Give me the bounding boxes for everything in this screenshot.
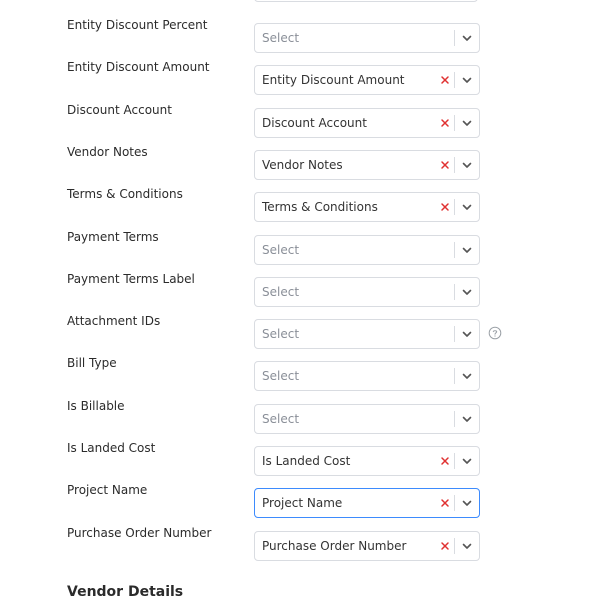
chevron-down-icon[interactable]: [461, 244, 473, 256]
field-row-payment-terms-label: Payment Terms Label Select: [0, 271, 613, 307]
field-row-vendor-notes: Vendor Notes Vendor Notes: [0, 144, 613, 180]
close-icon[interactable]: [440, 541, 450, 551]
chevron-down-icon[interactable]: [461, 370, 473, 382]
field-label: Vendor Notes: [67, 145, 148, 159]
chevron-down-icon[interactable]: [461, 455, 473, 467]
select-vendor-notes[interactable]: Vendor Notes: [254, 150, 480, 180]
select-separator: [454, 495, 455, 511]
select-payment-terms-label[interactable]: Select: [254, 277, 480, 307]
select-separator: [454, 411, 455, 427]
field-label: Project Name: [67, 483, 148, 497]
field-label: Entity Discount Amount: [67, 60, 210, 74]
field-label: Payment Terms Label: [67, 272, 195, 286]
select-placeholder: Select: [262, 243, 300, 257]
field-label: Bill Type: [67, 356, 117, 370]
select-is-landed-cost[interactable]: Is Landed Cost: [254, 446, 480, 476]
chevron-down-icon[interactable]: [461, 413, 473, 425]
select-payment-terms[interactable]: Select: [254, 235, 480, 265]
select-purchase-order-number[interactable]: Purchase Order Number: [254, 531, 480, 561]
close-icon[interactable]: [440, 456, 450, 466]
field-row-is-landed-cost: Is Landed Cost Is Landed Cost: [0, 440, 613, 476]
select-value: Entity Discount Amount: [262, 73, 405, 87]
select-value: Terms & Conditions: [262, 200, 378, 214]
select-separator: [454, 30, 455, 46]
select-entity-discount-percent[interactable]: Select: [254, 23, 480, 53]
select-value: Is Landed Cost: [262, 454, 351, 468]
close-icon[interactable]: [440, 160, 450, 170]
select-value: Discount Account: [262, 116, 367, 130]
chevron-down-icon[interactable]: [461, 328, 473, 340]
close-icon[interactable]: [440, 118, 450, 128]
close-icon[interactable]: [440, 75, 450, 85]
select-attachment-ids[interactable]: Select: [254, 319, 480, 349]
select-separator: [454, 326, 455, 342]
chevron-down-icon[interactable]: [461, 201, 473, 213]
select-value: Project Name: [262, 496, 343, 510]
select-placeholder: Select: [262, 369, 300, 383]
chevron-down-icon[interactable]: [461, 159, 473, 171]
field-row-bill-type: Bill Type Select: [0, 355, 613, 391]
field-row-terms-conditions: Terms & Conditions Terms & Conditions: [0, 186, 613, 222]
close-icon[interactable]: [440, 202, 450, 212]
select-placeholder: Select: [262, 327, 300, 341]
close-icon[interactable]: [440, 498, 450, 508]
select-separator: [454, 453, 455, 469]
field-label: Discount Account: [67, 103, 172, 117]
section-heading: Vendor Details: [67, 584, 184, 600]
field-label: Terms & Conditions: [67, 187, 183, 201]
select-bill-type[interactable]: Select: [254, 361, 480, 391]
select-separator: [454, 72, 455, 88]
field-row-is-billable: Is Billable Select: [0, 398, 613, 434]
field-row-entity-discount-amount: Entity Discount Amount Entity Discount Am…: [0, 59, 613, 95]
select-separator: [454, 368, 455, 384]
select-separator: [454, 538, 455, 554]
field-label: Payment Terms: [67, 230, 159, 244]
chevron-down-icon[interactable]: [461, 74, 473, 86]
field-label: Purchase Order Number: [67, 526, 212, 540]
chevron-down-icon[interactable]: [461, 497, 473, 509]
field-label: Is Landed Cost: [67, 441, 156, 455]
select-terms-conditions[interactable]: Terms & Conditions: [254, 192, 480, 222]
select-separator: [454, 284, 455, 300]
question-circle-icon[interactable]: [488, 326, 502, 340]
select-value: Purchase Order Number: [262, 539, 407, 553]
select-entity-discount-amount[interactable]: Entity Discount Amount: [254, 65, 480, 95]
chevron-down-icon[interactable]: [461, 286, 473, 298]
field-row-payment-terms: Payment Terms Select: [0, 229, 613, 265]
field-row-discount-account: Discount Account Discount Account: [0, 102, 613, 138]
select-box-partial[interactable]: [254, 0, 478, 2]
field-row-project-name: Project Name Project Name: [0, 482, 613, 518]
select-project-name[interactable]: Project Name: [254, 488, 480, 518]
select-placeholder: Select: [262, 31, 300, 45]
chevron-down-icon[interactable]: [461, 32, 473, 44]
select-placeholder: Select: [262, 412, 300, 426]
field-row-entity-discount-percent: Entity Discount Percent Select: [0, 17, 613, 53]
field-label: Attachment IDs: [67, 314, 161, 328]
select-separator: [454, 115, 455, 131]
select-separator: [454, 199, 455, 215]
select-is-billable[interactable]: Select: [254, 404, 480, 434]
field-label: Entity Discount Percent: [67, 18, 208, 32]
chevron-down-icon[interactable]: [461, 117, 473, 129]
select-separator: [454, 242, 455, 258]
select-separator: [454, 157, 455, 173]
select-discount-account[interactable]: Discount Account: [254, 108, 480, 138]
select-value: Vendor Notes: [262, 158, 343, 172]
chevron-down-icon[interactable]: [461, 540, 473, 552]
field-row-purchase-order-number: Purchase Order Number Purchase Order Numb…: [0, 525, 613, 561]
field-row-attachment-ids: Attachment IDs Select: [0, 313, 613, 349]
select-placeholder: Select: [262, 285, 300, 299]
field-label: Is Billable: [67, 399, 125, 413]
